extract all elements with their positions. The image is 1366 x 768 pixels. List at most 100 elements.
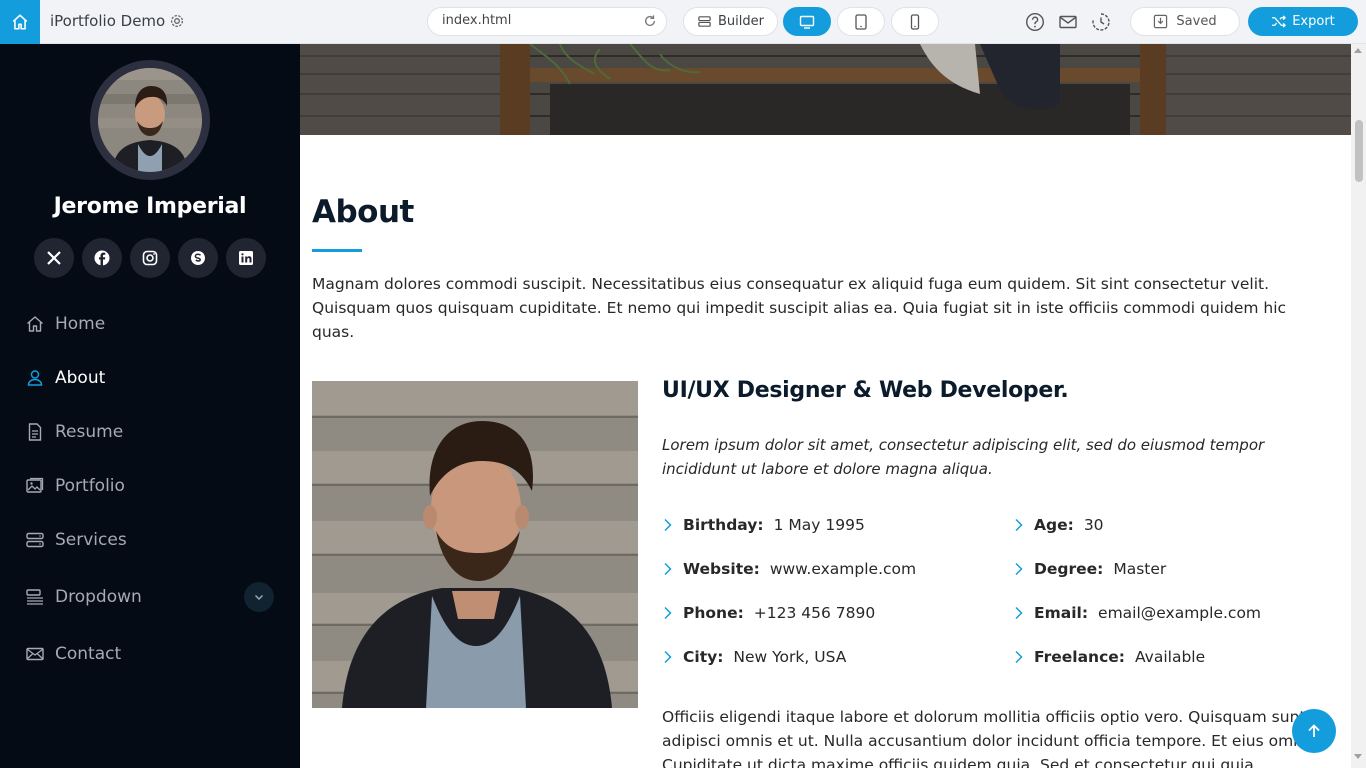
about-paragraph: Officiis eligendi itaque labore et dolor…: [662, 708, 1320, 768]
fact-label: Degree:: [1034, 560, 1104, 578]
arrow-up-icon: [1308, 724, 1320, 737]
scroll-up-arrow[interactable]: [1354, 48, 1362, 53]
facebook-icon: [94, 250, 110, 266]
back-to-top-button[interactable]: [1292, 709, 1336, 753]
role-lead: Lorem ipsum dolor sit amet, consectetur …: [662, 436, 1265, 478]
nav-label-services: Services: [55, 530, 127, 550]
fact-website: Website: www.example.com: [662, 557, 916, 581]
nav-item-resume[interactable]: Resume: [0, 405, 300, 459]
scrollbar[interactable]: [1351, 44, 1366, 768]
scroll-down-arrow[interactable]: [1354, 754, 1362, 759]
nav-label-resume: Resume: [55, 422, 124, 442]
url-text: index.html: [442, 13, 512, 28]
device-desktop-button[interactable]: [783, 7, 831, 36]
fact-label: City:: [683, 648, 724, 666]
fact-age: Age: 30: [1013, 513, 1104, 537]
nav-label-about: About: [55, 368, 106, 388]
instagram-icon: [142, 250, 158, 266]
envelope-icon[interactable]: [1058, 12, 1078, 32]
fact-value: 30: [1083, 516, 1104, 534]
reload-icon[interactable]: [643, 14, 657, 28]
chevron-right-icon: [664, 606, 672, 620]
builder-label: Builder: [718, 14, 764, 29]
nav-item-about[interactable]: About: [0, 351, 300, 405]
dropdown-toggle[interactable]: [244, 582, 274, 612]
nav-item-dropdown[interactable]: Dropdown: [0, 567, 300, 627]
fact-freelance: Freelance: Available: [1013, 645, 1205, 669]
saved-button[interactable]: Saved: [1130, 7, 1240, 36]
nav-label-home: Home: [55, 314, 106, 334]
fact-value: Available: [1134, 648, 1206, 666]
sidebar: Jerome Imperial Home About Resume Portfo…: [0, 44, 300, 768]
house-icon: [12, 14, 28, 30]
section-title: About: [312, 194, 414, 230]
fact-label: Email:: [1034, 604, 1089, 622]
fact-value: email@example.com: [1098, 604, 1262, 622]
device-tablet-button[interactable]: [837, 7, 885, 36]
person-icon: [27, 370, 43, 386]
nav-menu: Home About Resume Portfolio Services Dro…: [0, 297, 300, 681]
nav-item-home[interactable]: Home: [0, 297, 300, 351]
profile-image: [312, 381, 638, 708]
social-links: [34, 238, 266, 278]
social-linkedin[interactable]: [226, 238, 266, 278]
social-facebook[interactable]: [82, 238, 122, 278]
fact-value: 1 May 1995: [773, 516, 865, 534]
title-underline: [312, 249, 362, 252]
skype-icon: [191, 251, 205, 265]
help-icon[interactable]: [1025, 12, 1045, 32]
fact-value: +123 456 7890: [753, 604, 876, 622]
fact-label: Birthday:: [683, 516, 764, 534]
fact-label: Age:: [1034, 516, 1074, 534]
nav-item-portfolio[interactable]: Portfolio: [0, 459, 300, 513]
x-twitter-icon: [47, 251, 61, 265]
nav-item-services[interactable]: Services: [0, 513, 300, 567]
fact-value: www.example.com: [769, 560, 917, 578]
stack-icon: [698, 16, 711, 27]
chevron-right-icon: [664, 650, 672, 664]
gear-icon[interactable]: [169, 13, 185, 29]
linkedin-icon: [239, 251, 253, 265]
desktop-icon: [799, 15, 815, 29]
social-skype[interactable]: [178, 238, 218, 278]
fact-value: New York, USA: [733, 648, 847, 666]
nav-item-contact[interactable]: Contact: [0, 627, 300, 681]
profile-name: Jerome Imperial: [53, 194, 247, 219]
profile-photo: [312, 381, 638, 708]
device-mobile-button[interactable]: [891, 7, 939, 36]
saved-label: Saved: [1176, 14, 1217, 29]
shuffle-icon: [1272, 15, 1287, 28]
about-intro: Magnam dolores commodi suscipit. Necessi…: [312, 275, 1287, 341]
fact-label: Phone:: [683, 604, 744, 622]
fact-label: Website:: [683, 560, 760, 578]
tablet-icon: [855, 13, 867, 30]
export-button[interactable]: Export: [1248, 7, 1358, 36]
scroll-thumb[interactable]: [1355, 120, 1363, 182]
fact-label: Freelance:: [1034, 648, 1125, 666]
chevron-right-icon: [1015, 650, 1023, 664]
chevron-right-icon: [1015, 518, 1023, 532]
url-field[interactable]: index.html: [427, 7, 667, 36]
social-x[interactable]: [34, 238, 74, 278]
avatar: [90, 60, 210, 180]
nav-label-dropdown: Dropdown: [55, 587, 142, 607]
home-button[interactable]: [0, 0, 40, 44]
social-instagram[interactable]: [130, 238, 170, 278]
history-icon[interactable]: [1091, 12, 1111, 32]
hero-image: [300, 44, 1351, 135]
save-download-icon: [1154, 14, 1168, 29]
fact-phone: Phone: +123 456 7890: [662, 601, 875, 625]
chevron-right-icon: [664, 518, 672, 532]
fact-value: Master: [1113, 560, 1167, 578]
chevron-right-icon: [1015, 606, 1023, 620]
phone-icon: [910, 13, 920, 30]
chevron-right-icon: [664, 562, 672, 576]
hdd-stack-icon: [26, 532, 44, 548]
envelope-icon: [26, 647, 44, 661]
role-title: UI/UX Designer & Web Developer.: [662, 378, 1069, 403]
builder-toolbar: iPortfolio Demo index.html Builder Saved…: [0, 0, 1366, 44]
fact-birthday: Birthday: 1 May 1995: [662, 513, 865, 537]
fact-email: Email: email@example.com: [1013, 601, 1261, 625]
builder-button[interactable]: Builder: [683, 7, 778, 36]
nav-label-portfolio: Portfolio: [55, 476, 125, 496]
